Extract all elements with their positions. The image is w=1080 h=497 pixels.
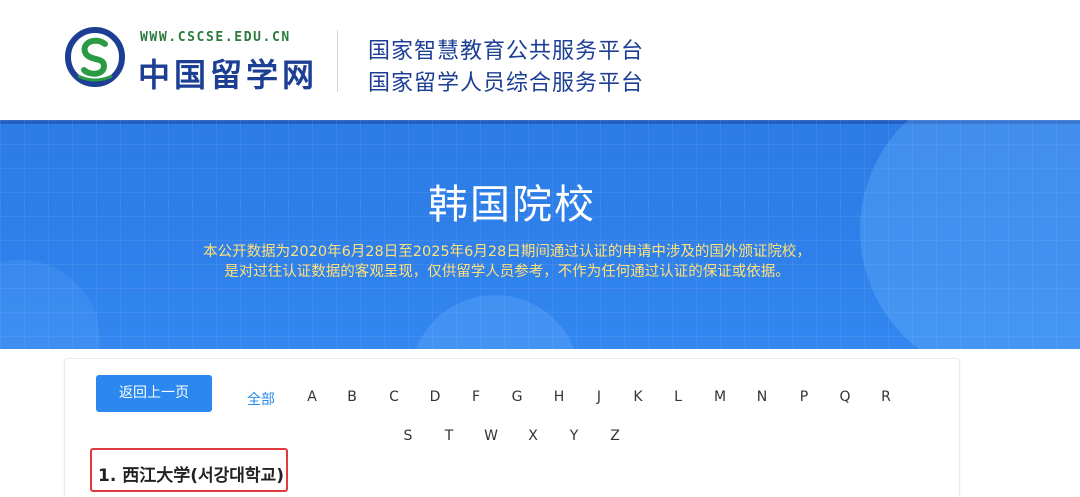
letter-filter-d[interactable]: D (430, 389, 441, 405)
page: WWW.CSCSE.EDU.CN 中国留学网 国家智慧教育公共服务平台 国家留学… (0, 0, 1080, 497)
hero-banner: 韩国院校 本公开数据为2020年6月28日至2025年6月28日期间通过认证的申… (0, 120, 1080, 349)
back-button[interactable]: 返回上一页 (96, 375, 212, 412)
logo-url-text: WWW.CSCSE.EDU.CN (140, 30, 291, 45)
filter-all[interactable]: 全部 (247, 389, 275, 409)
banner-notice-line-1: 本公开数据为2020年6月28日至2025年6月28日期间通过认证的申请中涉及的… (203, 244, 811, 260)
letter-filter-w[interactable]: W (484, 428, 498, 444)
cscse-logo-icon[interactable] (64, 26, 126, 88)
banner-decor-circle (860, 120, 1080, 349)
site-header: WWW.CSCSE.EDU.CN 中国留学网 国家智慧教育公共服务平台 国家留学… (0, 0, 1080, 120)
school-index: 1. (98, 466, 117, 486)
letter-filter-b[interactable]: B (347, 389, 357, 405)
school-list-item[interactable]: 1. 西江大学(서강대학교) (98, 461, 284, 486)
logo-name[interactable]: 中国留学网 (138, 50, 318, 96)
letter-filter-z[interactable]: Z (610, 428, 620, 444)
letter-filter-a[interactable]: A (307, 389, 317, 405)
platform-title-1: 国家智慧教育公共服务平台 (368, 39, 645, 64)
platform-title-2: 国家留学人员综合服务平台 (368, 71, 645, 96)
school-name: 西江大学(서강대학교) (122, 466, 284, 486)
letter-filter-s[interactable]: S (404, 428, 413, 444)
letter-filter-p[interactable]: P (800, 389, 808, 405)
letter-filter-c[interactable]: C (389, 389, 399, 405)
letter-filter-q[interactable]: Q (839, 389, 850, 405)
letter-filter-x[interactable]: X (528, 428, 538, 444)
letter-filter-k[interactable]: K (633, 389, 642, 405)
letter-filter-f[interactable]: F (472, 389, 480, 405)
letter-filter-n[interactable]: N (757, 389, 767, 405)
page-title: 韩国院校 (428, 182, 596, 228)
letter-filter-l[interactable]: L (674, 389, 682, 405)
letter-filter-m[interactable]: M (714, 389, 726, 405)
header-divider (337, 30, 338, 92)
letter-filter-y[interactable]: Y (570, 428, 579, 444)
banner-notice-line-2: 是对过往认证数据的客观呈现，仅供留学人员参考，不作为任何通过认证的保证或依据。 (224, 264, 790, 280)
letter-filter-g[interactable]: G (512, 389, 523, 405)
letter-filter-t[interactable]: T (445, 428, 454, 444)
letter-filter-j[interactable]: J (597, 389, 601, 405)
letter-filter-h[interactable]: H (554, 389, 565, 405)
letter-filter-r[interactable]: R (881, 389, 891, 405)
